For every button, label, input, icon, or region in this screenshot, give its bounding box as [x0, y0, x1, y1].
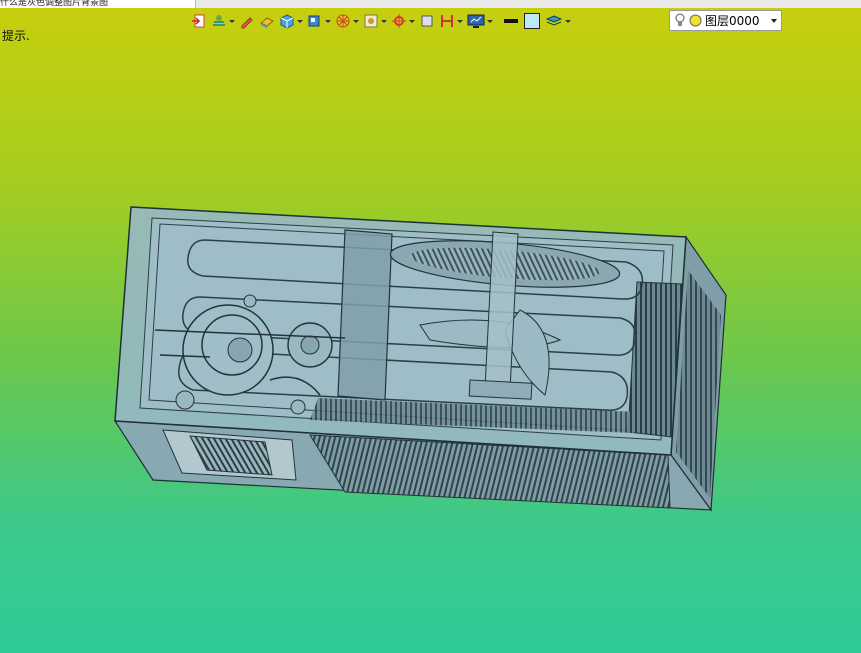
side-fins [627, 281, 683, 438]
pump-hub [300, 335, 320, 355]
fitting-2 [290, 399, 306, 415]
compressor-hub [227, 337, 253, 363]
fitting-1 [175, 390, 195, 410]
fitting-3 [243, 294, 257, 308]
divider-panel [337, 229, 393, 401]
fan-base [468, 379, 533, 400]
3d-model[interactable] [0, 0, 861, 653]
